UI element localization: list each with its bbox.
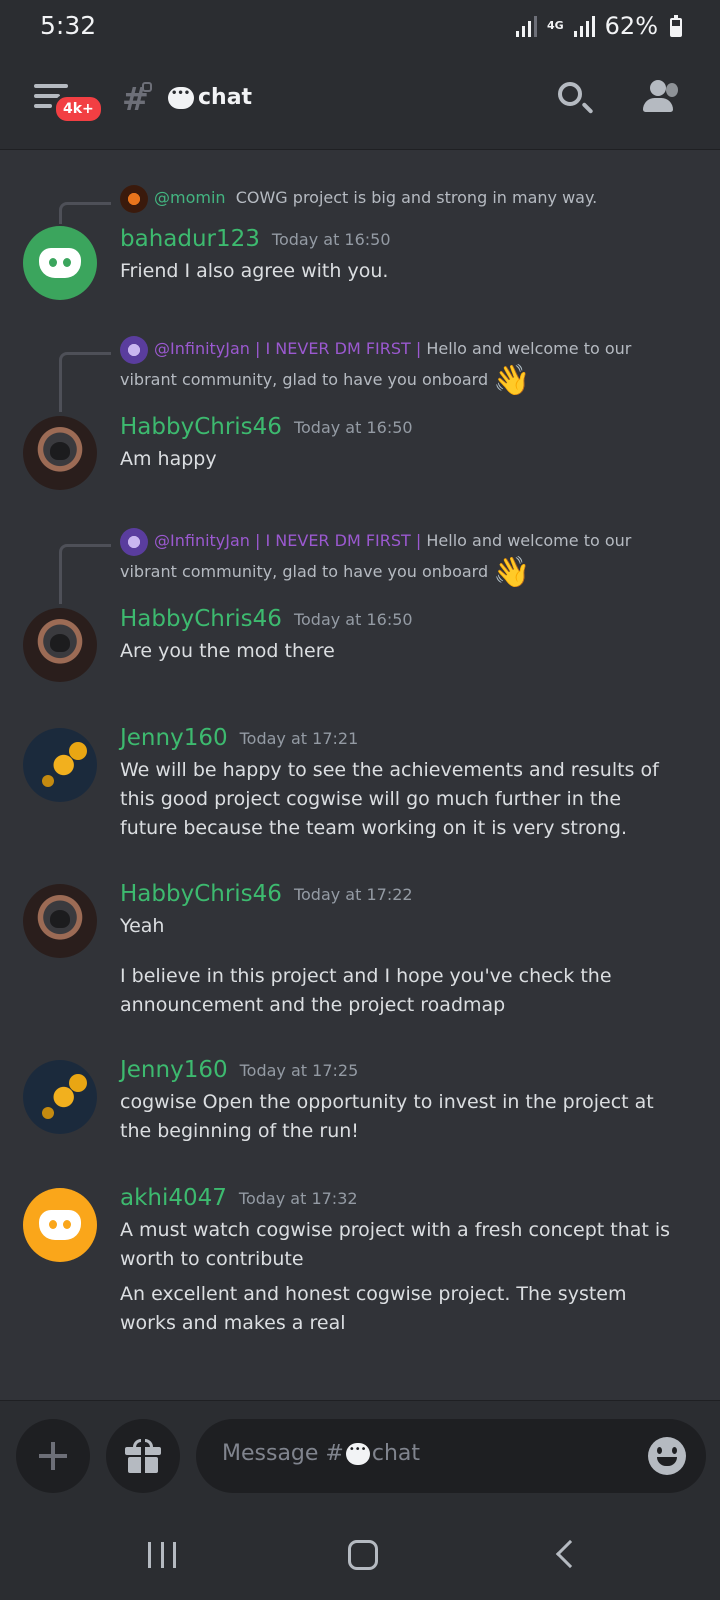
reply-preview[interactable]: @InfinityJan | I NEVER DM FIRST | Hello …	[120, 525, 640, 588]
chat-bubble-icon	[168, 86, 194, 109]
reply-preview[interactable]: @InfinityJan | I NEVER DM FIRST | Hello …	[120, 333, 640, 396]
reply-mention[interactable]: @momin	[154, 188, 226, 207]
reply-mention[interactable]: @InfinityJan | I NEVER DM FIRST |	[154, 531, 421, 550]
timestamp: Today at 17:32	[238, 1189, 358, 1208]
plus-icon[interactable]	[16, 1419, 90, 1493]
battery-percent: 62%	[604, 12, 658, 40]
signal-icon-2	[573, 15, 595, 37]
timestamp: Today at 16:50	[271, 230, 391, 249]
system-nav-bar	[0, 1500, 720, 1600]
channel-title[interactable]: chat	[168, 85, 252, 110]
avatar[interactable]	[23, 416, 97, 490]
composer-bar: Message # chat	[0, 1400, 720, 1500]
members-icon[interactable]	[640, 80, 680, 114]
discord-logo-icon	[39, 1210, 81, 1240]
message-text: An excellent and honest cogwise project.…	[120, 1283, 627, 1334]
gift-button[interactable]	[106, 1419, 180, 1493]
author-name[interactable]: Jenny160	[120, 725, 228, 751]
timestamp: Today at 16:50	[293, 610, 413, 629]
signal-icon	[515, 15, 537, 37]
message-text: Yeah	[120, 915, 165, 937]
status-indicators: 4G 62%	[515, 12, 658, 40]
wave-emoji-icon: 👋	[493, 555, 531, 590]
reply-mention[interactable]: @InfinityJan | I NEVER DM FIRST |	[154, 339, 421, 358]
author-name[interactable]: bahadur123	[120, 226, 260, 252]
message-text: We will be happy to see the achievements…	[120, 759, 659, 839]
author-name[interactable]: HabbyChris46	[120, 414, 282, 440]
status-bar: 5:32 4G 62%	[0, 0, 720, 52]
message-text: A must watch cogwise project with a fres…	[120, 1219, 671, 1270]
author-row: bahadur123 Today at 16:50	[120, 226, 391, 252]
search-icon[interactable]	[558, 82, 582, 106]
battery-icon	[670, 15, 682, 37]
home-icon[interactable]	[348, 1540, 378, 1570]
timestamp: Today at 17:22	[293, 885, 413, 904]
author-name[interactable]: HabbyChris46	[120, 881, 282, 907]
unread-badge: 4k+	[53, 94, 104, 124]
author-row: HabbyChris46 Today at 16:50	[120, 414, 413, 440]
channel-header: 4k+ # chat	[0, 52, 720, 150]
back-icon[interactable]	[555, 1539, 585, 1569]
message-input[interactable]: Message # chat	[196, 1419, 706, 1493]
reply-preview[interactable]: @momin COWG project is big and strong in…	[120, 182, 640, 213]
avatar[interactable]	[23, 1188, 97, 1262]
author-name[interactable]: akhi4047	[120, 1185, 227, 1211]
reply-connector	[59, 202, 111, 224]
author-name[interactable]: Jenny160	[120, 1057, 228, 1083]
channel-name: chat	[198, 85, 253, 110]
placeholder-prefix: Message #	[222, 1441, 344, 1466]
lock-icon	[142, 82, 152, 92]
message-text: Friend I also agree with you.	[120, 260, 389, 282]
gift-icon	[125, 1439, 161, 1473]
discord-logo-icon	[39, 248, 81, 278]
author-row: HabbyChris46 Today at 16:50	[120, 606, 413, 632]
reply-avatar	[120, 527, 148, 556]
reply-connector	[59, 544, 111, 604]
author-row: Jenny160 Today at 17:25	[120, 1057, 358, 1083]
reply-text: COWG project is big and strong in many w…	[235, 188, 598, 207]
avatar[interactable]	[23, 728, 97, 802]
message-list[interactable]: @momin COWG project is big and strong in…	[0, 150, 720, 1400]
reply-avatar	[120, 335, 148, 364]
timestamp: Today at 16:50	[293, 418, 413, 437]
wave-emoji-icon: 👋	[493, 363, 531, 398]
author-row: HabbyChris46 Today at 17:22	[120, 881, 413, 907]
chat-bubble-icon	[345, 1442, 370, 1465]
timestamp: Today at 17:25	[239, 1061, 359, 1080]
network-type: 4G	[546, 19, 564, 32]
placeholder-channel: chat	[371, 1441, 421, 1466]
status-time: 5:32	[40, 11, 97, 40]
author-name[interactable]: HabbyChris46	[120, 606, 282, 632]
message-placeholder: Message # chat	[222, 1441, 420, 1466]
reply-connector	[59, 352, 111, 412]
author-row: akhi4047 Today at 17:32	[120, 1185, 358, 1211]
emoji-icon[interactable]	[648, 1437, 686, 1475]
avatar[interactable]	[23, 1060, 97, 1134]
avatar[interactable]	[23, 226, 97, 300]
reply-avatar	[120, 184, 148, 213]
timestamp: Today at 17:21	[239, 729, 359, 748]
avatar[interactable]	[23, 884, 97, 958]
message-text: Are you the mod there	[120, 640, 335, 662]
message-text: Am happy	[120, 448, 217, 470]
avatar[interactable]	[23, 608, 97, 682]
author-row: Jenny160 Today at 17:21	[120, 725, 358, 751]
message-text: I believe in this project and I hope you…	[120, 965, 612, 1016]
recent-apps-icon[interactable]	[148, 1542, 176, 1568]
message-text: cogwise Open the opportunity to invest i…	[120, 1091, 654, 1142]
